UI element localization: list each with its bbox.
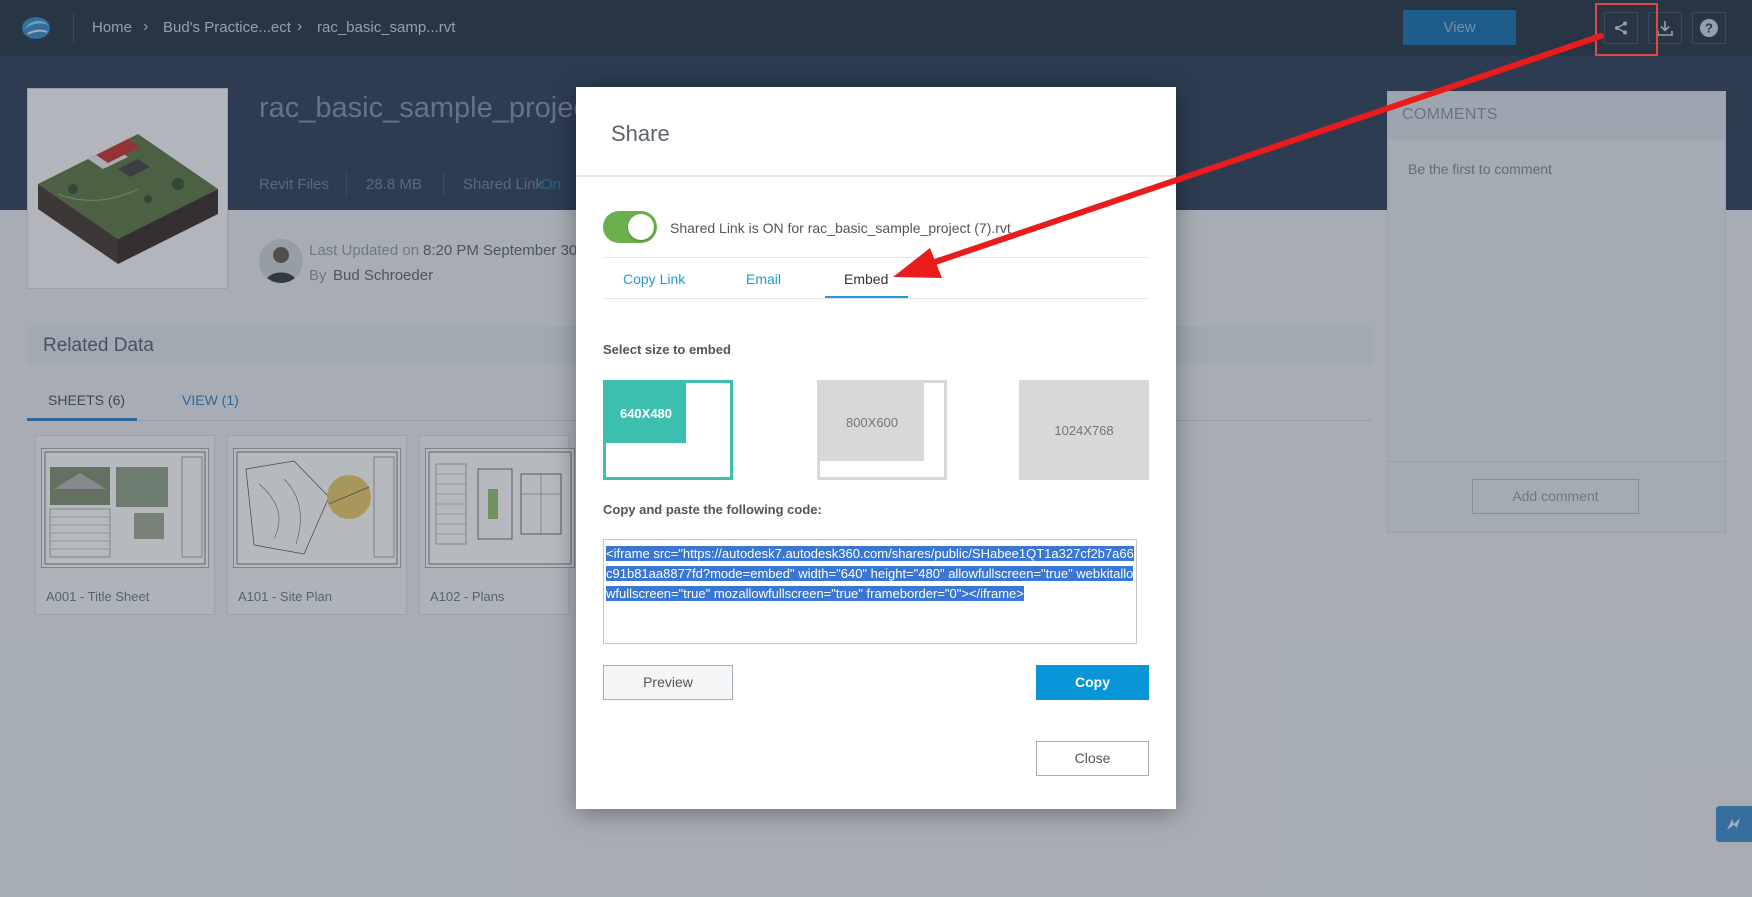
dialog-title: Share: [611, 121, 670, 146]
tabs-bottom-divider: [603, 298, 1149, 299]
share-dialog: Share Shared Link is ON for rac_basic_sa…: [576, 87, 1176, 809]
tab-email[interactable]: Email: [746, 271, 781, 287]
preview-button[interactable]: Preview: [603, 665, 733, 700]
embed-size-640[interactable]: 640X480: [603, 380, 733, 480]
annotation-highlight-box: [1595, 3, 1658, 56]
size-section-label: Select size to embed: [603, 342, 731, 357]
tabs-top-divider: [603, 257, 1149, 258]
embed-code-field[interactable]: <iframe src="https://autodesk7.autodesk3…: [603, 539, 1137, 644]
embed-size-label: 640X480: [606, 383, 686, 443]
embed-size-label: 1024X768: [1054, 422, 1114, 438]
close-button[interactable]: Close: [1036, 741, 1149, 776]
embed-size-label: 800X600: [820, 383, 924, 461]
copy-button[interactable]: Copy: [1036, 665, 1149, 700]
code-section-label: Copy and paste the following code:: [603, 502, 822, 517]
tab-embed[interactable]: Embed: [844, 271, 888, 287]
dialog-header-divider: [576, 175, 1176, 177]
embed-size-800[interactable]: 800X600: [817, 380, 947, 480]
shared-link-status: Shared Link is ON for rac_basic_sample_p…: [670, 220, 1011, 236]
embed-code-text: <iframe src="https://autodesk7.autodesk3…: [606, 546, 1134, 601]
toggle-knob: [628, 214, 654, 240]
embed-size-1024[interactable]: 1024X768: [1019, 380, 1149, 480]
shared-link-toggle[interactable]: [603, 211, 657, 243]
tab-copy-link[interactable]: Copy Link: [623, 271, 685, 287]
